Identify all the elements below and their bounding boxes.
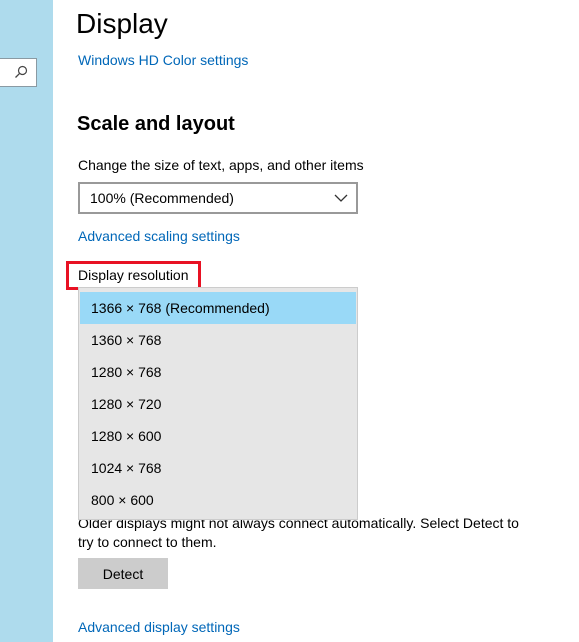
chevron-down-icon: [334, 194, 348, 202]
search-input[interactable]: [0, 58, 37, 87]
scale-and-layout-heading: Scale and layout: [77, 113, 235, 135]
search-icon[interactable]: [14, 65, 28, 79]
page-title: Display: [76, 8, 168, 39]
resolution-option-1366x768[interactable]: 1366 × 768 (Recommended): [80, 292, 356, 324]
advanced-scaling-settings-link[interactable]: Advanced scaling settings: [78, 228, 240, 244]
resolution-dropdown-list[interactable]: 1366 × 768 (Recommended) 1360 × 768 1280…: [78, 287, 358, 520]
resolution-option-1024x768[interactable]: 1024 × 768: [80, 452, 356, 484]
sidebar: [0, 0, 53, 642]
resolution-option-1280x768[interactable]: 1280 × 768: [80, 356, 356, 388]
main-content: Display Windows HD Color settings Scale …: [53, 0, 579, 642]
resolution-option-1280x600[interactable]: 1280 × 600: [80, 420, 356, 452]
detect-button[interactable]: Detect: [78, 558, 168, 589]
settings-window: Display Windows HD Color settings Scale …: [0, 0, 579, 642]
resolution-option-1280x720[interactable]: 1280 × 720: [80, 388, 356, 420]
resolution-option-800x600[interactable]: 800 × 600: [80, 484, 356, 516]
scale-label: Change the size of text, apps, and other…: [78, 157, 364, 173]
advanced-display-settings-link[interactable]: Advanced display settings: [78, 619, 240, 635]
resolution-option-1360x768[interactable]: 1360 × 768: [80, 324, 356, 356]
windows-hd-color-settings-link[interactable]: Windows HD Color settings: [78, 52, 248, 68]
scale-select[interactable]: 100% (Recommended): [78, 182, 358, 214]
scale-select-value: 100% (Recommended): [90, 190, 234, 206]
display-resolution-label: Display resolution: [78, 267, 189, 283]
